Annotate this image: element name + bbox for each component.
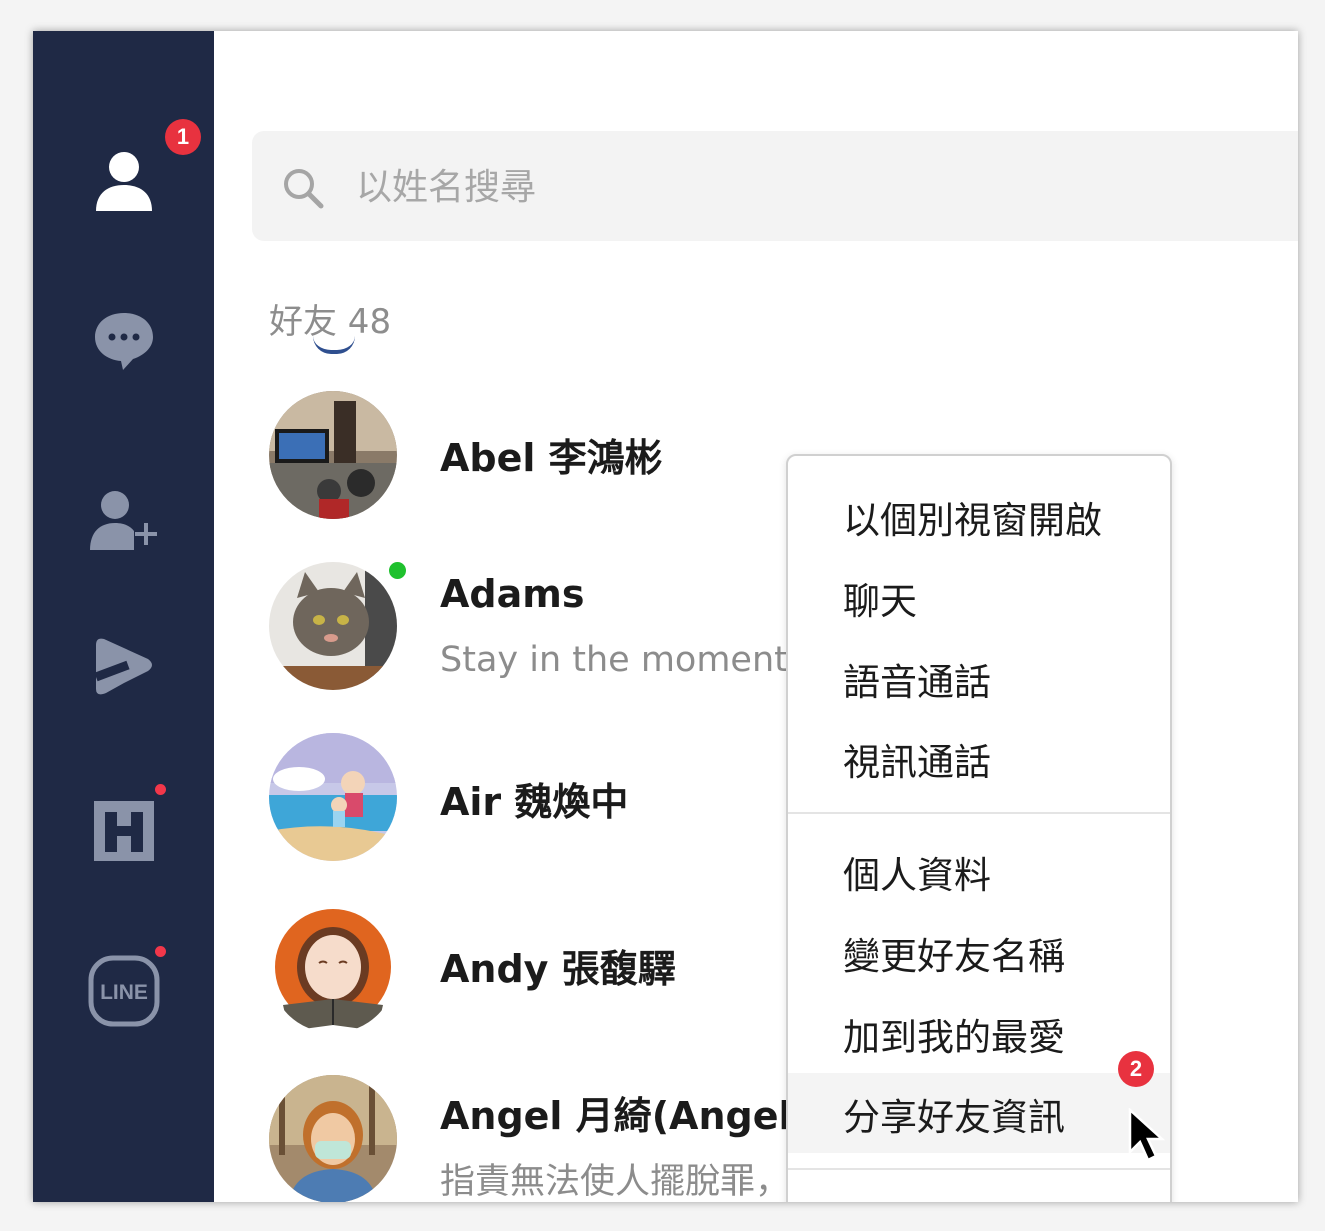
scroll-indicator (313, 336, 355, 354)
search-input[interactable] (354, 156, 1258, 218)
context-menu: 以個別視窗開啟 聊天 語音通話 視訊通話 個人資料 變更好友名稱 加到我的最愛 … (786, 454, 1172, 1202)
avatar (269, 905, 397, 1033)
menu-item-share-friend-info[interactable]: 分享好友資訊 (788, 1073, 1170, 1153)
friend-status-message: Stay in the moment (440, 640, 788, 680)
sidebar: 1 LINE (33, 31, 214, 1202)
friend-name: Angel 月綺(Angel) (440, 1094, 809, 1138)
person-icon (95, 152, 152, 211)
notification-dot-hub (155, 784, 166, 795)
friend-row[interactable]: Andy 張馥驛 (269, 905, 829, 1045)
notification-dot-line (155, 946, 166, 957)
friend-name: Adams (440, 572, 585, 616)
friend-name: Abel 李鴻彬 (440, 436, 663, 480)
sidebar-item-add-friends[interactable] (33, 466, 214, 576)
menu-item-video-call[interactable]: 視訊通話 (788, 718, 1170, 798)
mouse-cursor-icon (1128, 1108, 1166, 1162)
chat-bubble-icon (94, 313, 153, 370)
callout-badge-2: 2 (1118, 1051, 1154, 1087)
menu-item-open-separate-window[interactable]: 以個別視窗開啟 (788, 476, 1170, 556)
sidebar-item-hub[interactable] (33, 776, 214, 886)
h-logo-icon (93, 801, 154, 861)
menu-item-add-to-favorites[interactable]: 加到我的最愛 (788, 993, 1170, 1073)
callout-badge-1: 1 (165, 119, 201, 155)
sidebar-item-chats[interactable] (33, 286, 214, 396)
menu-separator (788, 812, 1170, 814)
menu-separator (788, 1168, 1170, 1170)
friend-name: Air 魏煥中 (440, 780, 629, 824)
add-person-icon (89, 491, 157, 550)
play-icon (93, 638, 152, 695)
friend-name: Andy 張馥驛 (440, 947, 676, 991)
search-box (252, 131, 1298, 241)
friend-row[interactable]: Adams Stay in the moment (269, 560, 829, 702)
avatar (269, 562, 397, 690)
menu-item-voice-call[interactable]: 語音通話 (788, 638, 1170, 718)
sidebar-item-line[interactable]: LINE (33, 936, 214, 1046)
avatar (269, 1075, 397, 1202)
avatar (269, 733, 397, 861)
sidebar-item-today[interactable] (33, 611, 214, 721)
friend-row[interactable]: Air 魏煥中 (269, 733, 829, 873)
friend-status-message: 指責無法使人擺脫罪， (440, 1162, 791, 1202)
search-icon (284, 169, 324, 209)
online-indicator (387, 560, 408, 581)
line-app-window: 1 LINE 以姓名搜尋 好友 48 Abel 李鴻彬 Adams Stay i… (33, 31, 1298, 1202)
line-logo-icon: LINE (88, 955, 159, 1027)
menu-item-chat[interactable]: 聊天 (788, 557, 1170, 637)
friend-row[interactable]: Angel 月綺(Angel) 指責無法使人擺脫罪， (269, 1075, 829, 1202)
friend-row[interactable]: Abel 李鴻彬 (269, 391, 829, 531)
menu-item-rename-friend[interactable]: 變更好友名稱 (788, 912, 1170, 992)
avatar (269, 391, 397, 519)
svg-text:LINE: LINE (100, 981, 148, 1004)
menu-item-profile[interactable]: 個人資料 (788, 831, 1170, 911)
